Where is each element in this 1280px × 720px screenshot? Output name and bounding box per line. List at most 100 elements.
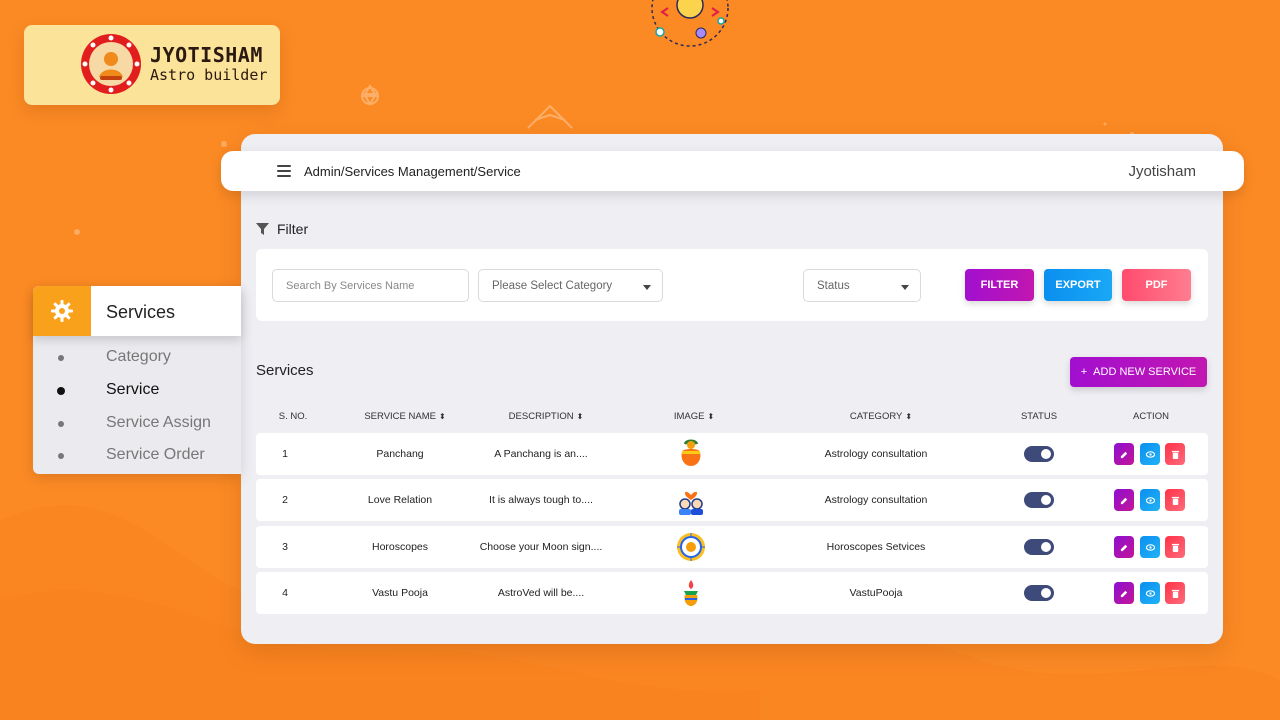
- side-menu-item-service-order[interactable]: Service Order: [33, 445, 241, 467]
- side-menu-item-label: Category: [106, 348, 171, 365]
- delete-button[interactable]: [1165, 582, 1185, 604]
- row-category: Astrology consultation: [824, 448, 928, 460]
- category-select[interactable]: Please Select Category: [478, 269, 663, 302]
- jyotisham-emblem-icon: [81, 34, 141, 94]
- kalash-icon: [675, 438, 707, 470]
- column-header-category[interactable]: CATEGORY ⬍: [850, 411, 912, 422]
- search-input[interactable]: Search By Services Name: [272, 269, 469, 302]
- gear-icon: [51, 300, 73, 322]
- delete-button[interactable]: [1165, 443, 1185, 465]
- status-select-placeholder: Status: [817, 279, 850, 292]
- view-button[interactable]: [1140, 443, 1160, 465]
- side-menu-item-category[interactable]: Category: [33, 347, 241, 369]
- add-new-service-button[interactable]: + ADD NEW SERVICE: [1070, 357, 1207, 387]
- row-category: Astrology consultation: [824, 494, 928, 506]
- eye-icon: [1145, 496, 1155, 504]
- column-header-action: ACTION: [1133, 411, 1169, 422]
- column-header-sno: S. NO.: [278, 411, 308, 422]
- row-description: A Panchang is an....: [494, 448, 588, 460]
- edit-button[interactable]: [1114, 536, 1134, 558]
- sun-moon-decoration: [651, 0, 729, 47]
- gear-icon-box: [33, 286, 91, 336]
- row-category: Horoscopes Setvices: [826, 541, 926, 553]
- eye-icon: [1145, 543, 1155, 551]
- row-category: VastuPooja: [849, 587, 903, 599]
- pooja-kalash-icon: [675, 577, 707, 609]
- sort-icon: ⬍: [707, 412, 715, 421]
- filter-card: Search By Services Name Please Select Ca…: [256, 249, 1208, 321]
- bullet-icon: [58, 453, 64, 459]
- side-menu-item-service-assign[interactable]: Service Assign: [33, 413, 241, 435]
- edit-icon: [1120, 497, 1127, 504]
- trash-icon: [1171, 450, 1179, 459]
- edit-button[interactable]: [1114, 489, 1134, 511]
- edit-icon: [1120, 590, 1127, 597]
- row-sno: 1: [282, 448, 288, 460]
- top-bar: Admin/Services Management/Service Jyotis…: [221, 151, 1244, 191]
- add-new-service-label: ADD NEW SERVICE: [1093, 366, 1197, 378]
- chevron-down-icon: [643, 285, 651, 290]
- filter-heading: Filter: [256, 221, 308, 237]
- hamburger-icon[interactable]: [277, 165, 291, 177]
- category-select-placeholder: Please Select Category: [492, 279, 613, 292]
- status-toggle[interactable]: [1024, 539, 1054, 555]
- side-menu-header[interactable]: Services: [33, 286, 241, 336]
- filter-button[interactable]: FILTER: [965, 269, 1034, 301]
- row-service-name: Vastu Pooja: [372, 587, 428, 599]
- export-button[interactable]: EXPORT: [1044, 269, 1112, 301]
- row-service-name: Horoscopes: [371, 541, 429, 553]
- table-row: 2 Love Relation It is always tough to...…: [256, 479, 1208, 521]
- side-menu-item-service[interactable]: Service: [33, 380, 241, 402]
- trash-icon: [1171, 589, 1179, 598]
- bullet-icon: [57, 387, 65, 395]
- view-button[interactable]: [1140, 536, 1160, 558]
- trash-icon: [1171, 496, 1179, 505]
- status-select[interactable]: Status: [803, 269, 921, 302]
- filter-heading-label: Filter: [277, 221, 309, 237]
- side-menu-item-label: Service: [106, 381, 160, 398]
- edit-button[interactable]: [1114, 582, 1134, 604]
- search-input-placeholder: Search By Services Name: [286, 279, 415, 292]
- column-header-service-name[interactable]: SERVICE NAME ⬍: [364, 411, 445, 422]
- funnel-icon: [256, 223, 269, 235]
- trash-icon: [1171, 543, 1179, 552]
- table-row: 3 Horoscopes Choose your Moon sign.... H…: [256, 526, 1208, 568]
- sort-icon: ⬍: [438, 412, 446, 421]
- user-name[interactable]: Jyotisham: [1128, 163, 1196, 180]
- brand-title: JYOTISHAM: [150, 43, 263, 67]
- row-service-name: Panchang: [376, 448, 424, 460]
- services-side-menu: Services Category Service Service Assign…: [33, 286, 241, 474]
- edit-button[interactable]: [1114, 443, 1134, 465]
- delete-button[interactable]: [1165, 536, 1185, 558]
- row-sno: 2: [282, 494, 288, 506]
- status-toggle[interactable]: [1024, 585, 1054, 601]
- column-header-status: STATUS: [1020, 411, 1058, 422]
- status-toggle[interactable]: [1024, 492, 1054, 508]
- status-toggle[interactable]: [1024, 446, 1054, 462]
- side-menu-item-label: Service Assign: [106, 414, 211, 431]
- zodiac-wheel-icon: [675, 531, 707, 563]
- pdf-button[interactable]: PDF: [1122, 269, 1191, 301]
- plus-icon: +: [1080, 366, 1088, 378]
- brand-logo-card: JYOTISHAM Astro builder: [24, 25, 280, 105]
- table-row: 4 Vastu Pooja AstroVed will be.... Vastu…: [256, 572, 1208, 614]
- column-header-description[interactable]: DESCRIPTION ⬍: [509, 411, 584, 422]
- delete-button[interactable]: [1165, 489, 1185, 511]
- row-service-name: Love Relation: [367, 494, 433, 506]
- column-header-image[interactable]: IMAGE ⬍: [674, 411, 714, 422]
- table-row: 1 Panchang A Panchang is an.... Astrolog…: [256, 433, 1208, 475]
- brand-subtitle: Astro builder: [150, 66, 268, 84]
- sort-icon: ⬍: [576, 412, 584, 421]
- eye-icon: [1145, 589, 1155, 597]
- side-menu-title: Services: [106, 302, 176, 322]
- bullet-icon: [58, 355, 64, 361]
- row-sno: 3: [282, 541, 288, 553]
- view-button[interactable]: [1140, 489, 1160, 511]
- view-button[interactable]: [1140, 582, 1160, 604]
- breadcrumb: Admin/Services Management/Service: [304, 164, 521, 179]
- services-title: Services: [256, 362, 314, 379]
- bullet-icon: [58, 421, 64, 427]
- couple-heart-icon: [675, 484, 707, 516]
- edit-icon: [1120, 544, 1127, 551]
- sort-icon: ⬍: [905, 412, 913, 421]
